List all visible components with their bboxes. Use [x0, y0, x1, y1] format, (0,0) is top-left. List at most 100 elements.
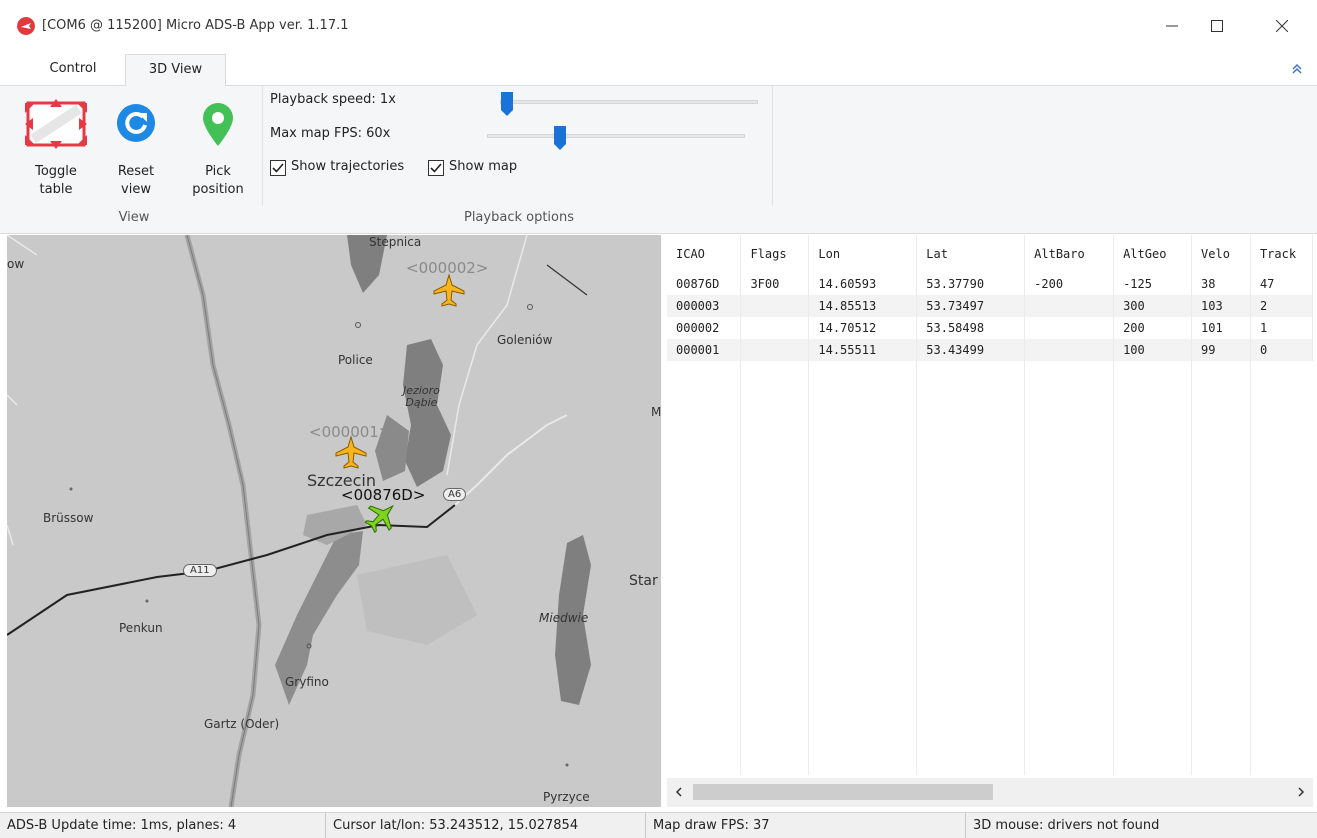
minimize-button[interactable] [1152, 10, 1192, 42]
tab-control[interactable]: Control [30, 54, 116, 86]
aircraft-table-panel: ICAO Flags Lon Lat AltBaro AltGeo Velo T… [667, 235, 1313, 807]
airplane-icon[interactable] [333, 435, 369, 471]
cell-lon: 14.60593 [808, 273, 918, 295]
cell-lat: 53.43499 [916, 339, 1026, 361]
toggle-table-label: Toggle table [35, 164, 77, 197]
cell-icao: 00876D [667, 273, 742, 295]
cell-flags [740, 317, 810, 339]
map-label-brussow: Brüssow [43, 511, 94, 525]
toggle-table-icon [25, 99, 87, 149]
cell-lat: 53.37790 [916, 273, 1026, 295]
column-divider [808, 235, 809, 775]
map-label-miedwie: Miedwie [539, 611, 589, 625]
column-header-velo[interactable]: Velo [1191, 235, 1251, 273]
reset-view-label: Reset view [117, 164, 155, 197]
cell-lat: 53.73497 [916, 295, 1026, 317]
map-label-police: Police [338, 353, 373, 367]
scrollbar-thumb[interactable] [693, 784, 993, 800]
column-header-track[interactable]: Track [1250, 235, 1313, 273]
view-group-label: View [118, 210, 150, 225]
pick-position-button[interactable]: Pick position [183, 86, 253, 206]
map-view[interactable]: Stepnica Goleniów Police Jezioro Dąbie S… [7, 235, 661, 807]
toggle-table-button[interactable]: Toggle table [14, 86, 98, 206]
cell-altgeo: -125 [1113, 273, 1193, 295]
cell-flags [740, 295, 810, 317]
table-row[interactable]: 000003 14.85513 53.73497 300 103 2 [667, 295, 1313, 317]
road-badge-a11: A11 [183, 564, 217, 577]
column-header-altbaro[interactable]: AltBaro [1024, 235, 1115, 273]
table-row[interactable]: 00876D 3F00 14.60593 53.37790 -200 -125 … [667, 273, 1313, 295]
playback-speed-label: Playback speed: 1x [270, 92, 396, 107]
scroll-left-icon[interactable] [671, 784, 687, 800]
cell-velo: 103 [1191, 295, 1251, 317]
cell-flags: 3F00 [740, 273, 810, 295]
column-header-lon[interactable]: Lon [808, 235, 918, 273]
status-map-fps: Map draw FPS: 37 [646, 813, 966, 838]
checkmark-icon [272, 163, 284, 173]
cell-track: 0 [1250, 339, 1313, 361]
max-fps-thumb[interactable] [554, 126, 566, 150]
ribbon-tabs: Control 3D View [0, 54, 1317, 87]
map-label-goleniow: Goleniów [497, 333, 553, 347]
app-logo-icon [17, 17, 35, 35]
reset-view-button[interactable]: Reset view [105, 86, 167, 206]
show-trajectories-checkbox[interactable] [270, 160, 286, 176]
cell-track: 1 [1250, 317, 1313, 339]
group-separator [772, 86, 773, 206]
cell-track: 2 [1250, 295, 1313, 317]
cell-altbaro [1024, 317, 1115, 339]
close-button[interactable] [1262, 10, 1302, 42]
map-label-penkun: Penkun [119, 621, 163, 635]
airplane-icon[interactable] [431, 273, 467, 309]
column-divider [1113, 235, 1114, 775]
scroll-right-icon[interactable] [1293, 784, 1309, 800]
map-label-ow: ow [7, 257, 25, 271]
show-trajectories-label: Show trajectories [291, 159, 405, 174]
collapse-ribbon-icon[interactable] [1289, 61, 1305, 77]
status-bar: ADS-B Update time: 1ms, planes: 4 Cursor… [0, 812, 1317, 838]
map-background [7, 235, 661, 807]
cell-velo: 38 [1191, 273, 1251, 295]
column-divider [1250, 235, 1251, 775]
maximize-icon [1211, 20, 1223, 32]
cell-lon: 14.55511 [808, 339, 918, 361]
playback-speed-thumb[interactable] [501, 92, 513, 116]
map-label-stepnica: Stepnica [369, 235, 422, 249]
map-label-gartz: Gartz (Oder) [204, 717, 280, 731]
cell-altbaro [1024, 295, 1115, 317]
cell-icao: 000003 [667, 295, 742, 317]
status-cursor-position: Cursor lat/lon: 53.243512, 15.027854 [326, 813, 646, 838]
cell-velo: 99 [1191, 339, 1251, 361]
playback-group-label: Playback options [463, 210, 575, 225]
horizontal-scrollbar[interactable] [667, 778, 1313, 807]
window-title: [COM6 @ 115200] Micro ADS-B App ver. 1.1… [42, 18, 349, 33]
tab-3d-view[interactable]: 3D View [125, 54, 226, 87]
status-3d-mouse: 3D mouse: drivers not found [973, 818, 1160, 833]
aircraft-table[interactable]: ICAO Flags Lon Lat AltBaro AltGeo Velo T… [667, 235, 1313, 361]
table-row[interactable]: 000002 14.70512 53.58498 200 101 1 [667, 317, 1313, 339]
minimize-icon [1166, 25, 1178, 27]
title-bar: [COM6 @ 115200] Micro ADS-B App ver. 1.1… [0, 0, 1317, 54]
column-header-lat[interactable]: Lat [916, 235, 1026, 273]
column-header-altgeo[interactable]: AltGeo [1113, 235, 1193, 273]
maximize-button[interactable] [1197, 10, 1237, 42]
close-icon [1276, 20, 1288, 32]
map-label-star: Star [629, 573, 658, 589]
cell-lat: 53.58498 [916, 317, 1026, 339]
cell-lon: 14.85513 [808, 295, 918, 317]
cell-altgeo: 300 [1113, 295, 1193, 317]
cell-icao: 000001 [667, 339, 742, 361]
max-fps-slider[interactable] [487, 134, 745, 138]
playback-speed-slider[interactable] [500, 100, 758, 104]
cell-lon: 14.70512 [808, 317, 918, 339]
cell-icao: 000002 [667, 317, 742, 339]
cell-track: 47 [1250, 273, 1313, 295]
show-map-checkbox[interactable] [428, 160, 444, 176]
column-header-flags[interactable]: Flags [740, 235, 810, 273]
map-label-gryfino: Gryfino [285, 675, 329, 689]
table-row[interactable]: 000001 14.55511 53.43499 100 99 0 [667, 339, 1313, 361]
column-divider [916, 235, 917, 775]
cell-altgeo: 100 [1113, 339, 1193, 361]
checkmark-icon [430, 163, 442, 173]
column-header-icao[interactable]: ICAO [667, 235, 742, 273]
